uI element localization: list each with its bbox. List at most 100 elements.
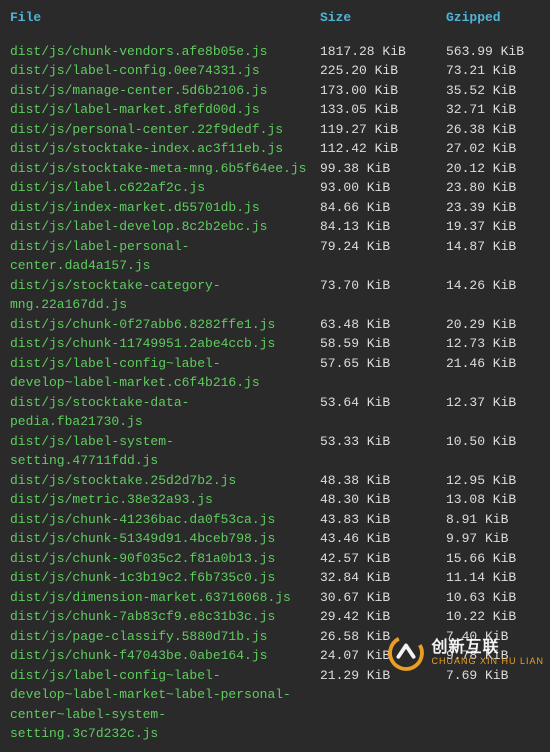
table-row: dist/js/chunk-7ab83cf9.e8c31b3c.js29.42 … [10,607,540,627]
file-size: 73.70 KiB [320,276,446,315]
file-size: 99.38 KiB [320,159,446,179]
file-gzip: 13.08 KiB [446,490,550,510]
file-size: 133.05 KiB [320,100,446,120]
file-size: 48.38 KiB [320,471,446,491]
file-path: dist/js/label-personal-center.dad4a157.j… [10,237,320,276]
file-size: 53.33 KiB [320,432,446,471]
table-row: dist/js/chunk-vendors.afe8b05e.js1817.28… [10,42,540,62]
file-gzip: 10.22 KiB [446,607,550,627]
file-path: dist/js/index-market.d55701db.js [10,198,320,218]
file-path: dist/js/metric.38e32a93.js [10,490,320,510]
file-path: dist/js/chunk-11749951.2abe4ccb.js [10,334,320,354]
file-path: dist/js/chunk-51349d91.4bceb798.js [10,529,320,549]
file-gzip: 19.37 KiB [446,217,550,237]
table-row: dist/js/chunk-51349d91.4bceb798.js43.46 … [10,529,540,549]
file-gzip: 20.29 KiB [446,315,550,335]
table-row: dist/js/label-config~label-develop~label… [10,666,540,744]
file-path: dist/js/chunk-0f27abb6.8282ffe1.js [10,315,320,335]
file-size: 112.42 KiB [320,139,446,159]
file-size: 84.13 KiB [320,217,446,237]
table-row: dist/js/personal-center.22f9dedf.js119.2… [10,120,540,140]
file-gzip: 21.46 KiB [446,354,550,393]
file-gzip: 20.12 KiB [446,159,550,179]
file-size: 42.57 KiB [320,549,446,569]
file-gzip: 26.38 KiB [446,120,550,140]
table-row: dist/js/chunk-1c3b19c2.f6b735c0.js32.84 … [10,568,540,588]
table-row: dist/js/label-system-setting.47711fdd.js… [10,432,540,471]
file-gzip: 9.97 KiB [446,529,550,549]
file-size: 32.84 KiB [320,568,446,588]
file-size: 57.65 KiB [320,354,446,393]
header-file: File [10,8,320,28]
file-path: dist/js/chunk-1c3b19c2.f6b735c0.js [10,568,320,588]
file-path: dist/js/label-config~label-develop~label… [10,354,320,393]
table-row: dist/js/dimension-market.63716068.js30.6… [10,588,540,608]
header-row: File Size Gzipped [10,8,540,28]
file-size: 29.42 KiB [320,607,446,627]
table-row: dist/js/label-config.0ee74331.js225.20 K… [10,61,540,81]
watermark-cn: 创新互联 [431,640,544,657]
file-path: dist/js/dimension-market.63716068.js [10,588,320,608]
file-gzip: 563.99 KiB [446,42,550,62]
file-gzip: 7.69 KiB [446,666,550,744]
table-row: dist/js/chunk-90f035c2.f81a0b13.js42.57 … [10,549,540,569]
file-path: dist/js/page-classify.5880d71b.js [10,627,320,647]
file-path: dist/js/label.c622af2c.js [10,178,320,198]
file-gzip: 27.02 KiB [446,139,550,159]
file-path: dist/js/stocktake-data-pedia.fba21730.js [10,393,320,432]
file-size: 93.00 KiB [320,178,446,198]
table-row: dist/js/label.c622af2c.js93.00 KiB23.80 … [10,178,540,198]
file-gzip: 8.91 KiB [446,510,550,530]
file-gzip: 12.73 KiB [446,334,550,354]
file-size: 43.46 KiB [320,529,446,549]
file-size: 58.59 KiB [320,334,446,354]
table-row: dist/js/stocktake-index.ac3f11eb.js112.4… [10,139,540,159]
file-gzip: 10.63 KiB [446,588,550,608]
file-size: 21.29 KiB [320,666,446,744]
table-row: dist/js/label-config~label-develop~label… [10,354,540,393]
watermark: 创新互联 CHUANG XIN HU LIAN [387,634,544,672]
file-path: dist/js/chunk-7ab83cf9.e8c31b3c.js [10,607,320,627]
table-row: dist/js/stocktake-category-mng.22a167dd.… [10,276,540,315]
file-size: 173.00 KiB [320,81,446,101]
table-row: dist/js/chunk-41236bac.da0f53ca.js43.83 … [10,510,540,530]
table-row: dist/js/chunk-0f27abb6.8282ffe1.js63.48 … [10,315,540,335]
file-gzip: 10.50 KiB [446,432,550,471]
table-row: dist/js/label-market.8fefd00d.js133.05 K… [10,100,540,120]
table-row: dist/js/label-personal-center.dad4a157.j… [10,237,540,276]
table-row: dist/js/chunk-11749951.2abe4ccb.js58.59 … [10,334,540,354]
file-path: dist/js/chunk-vendors.afe8b05e.js [10,42,320,62]
file-path: dist/js/manage-center.5d6b2106.js [10,81,320,101]
file-path: dist/js/stocktake.25d2d7b2.js [10,471,320,491]
file-path: dist/js/chunk-90f035c2.f81a0b13.js [10,549,320,569]
file-gzip: 23.80 KiB [446,178,550,198]
file-path: dist/js/chunk-41236bac.da0f53ca.js [10,510,320,530]
file-path: dist/js/label-config.0ee74331.js [10,61,320,81]
header-size: Size [320,8,446,28]
file-size: 79.24 KiB [320,237,446,276]
table-row: dist/js/metric.38e32a93.js48.30 KiB13.08… [10,490,540,510]
file-path: dist/js/label-market.8fefd00d.js [10,100,320,120]
table-row: dist/js/stocktake-data-pedia.fba21730.js… [10,393,540,432]
file-gzip: 35.52 KiB [446,81,550,101]
file-gzip: 32.71 KiB [446,100,550,120]
file-gzip: 15.66 KiB [446,549,550,569]
file-size: 119.27 KiB [320,120,446,140]
file-gzip: 73.21 KiB [446,61,550,81]
file-path: dist/js/label-develop.8c2b2ebc.js [10,217,320,237]
file-path: dist/js/stocktake-meta-mng.6b5f64ee.js [10,159,320,179]
file-size: 63.48 KiB [320,315,446,335]
watermark-pinyin: CHUANG XIN HU LIAN [431,657,544,666]
file-size: 1817.28 KiB [320,42,446,62]
file-gzip: 11.14 KiB [446,568,550,588]
file-path: dist/js/stocktake-index.ac3f11eb.js [10,139,320,159]
file-path: dist/js/chunk-f47043be.0abe164.js [10,646,320,666]
file-gzip: 14.26 KiB [446,276,550,315]
table-row: dist/js/stocktake.25d2d7b2.js48.38 KiB12… [10,471,540,491]
header-gzip: Gzipped [446,8,550,28]
file-gzip: 12.37 KiB [446,393,550,432]
file-size: 43.83 KiB [320,510,446,530]
table-row: dist/js/stocktake-meta-mng.6b5f64ee.js99… [10,159,540,179]
file-gzip: 23.39 KiB [446,198,550,218]
file-path: dist/js/stocktake-category-mng.22a167dd.… [10,276,320,315]
